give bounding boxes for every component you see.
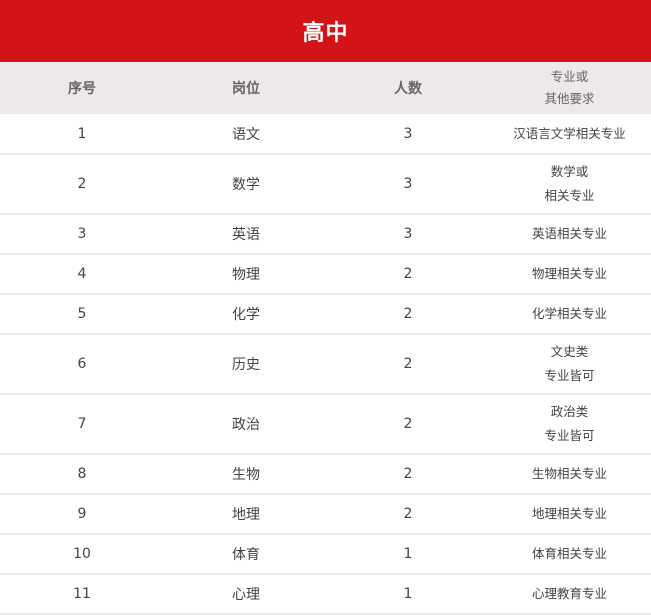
positions-table: 序号 岗位 人数 专业或 其他要求 1 语文 3 汉语言文学相关专业 2 数学 bbox=[0, 62, 651, 615]
table-row: 6 历史 2 文史类 专业皆可 bbox=[0, 334, 651, 395]
requirement-line: 专业皆可 bbox=[544, 428, 595, 443]
cell-position: 英语 bbox=[164, 214, 328, 255]
cell-position: 体育 bbox=[164, 534, 328, 575]
cell-requirement: 英语相关专业 bbox=[488, 214, 651, 255]
table-row: 2 数学 3 数学或 相关专业 bbox=[0, 154, 651, 215]
cell-index: 3 bbox=[0, 214, 164, 255]
page-title: 高中 bbox=[0, 0, 651, 62]
table-header: 序号 岗位 人数 专业或 其他要求 bbox=[0, 62, 651, 114]
recruitment-table-page: 高中 序号 岗位 人数 专业或 其他要求 1 语文 3 汉语言文学相关专业 2 … bbox=[0, 0, 651, 615]
cell-count: 2 bbox=[328, 254, 488, 295]
cell-position: 历史 bbox=[164, 334, 328, 395]
cell-requirement: 地理相关专业 bbox=[488, 494, 651, 535]
table-row: 9 地理 2 地理相关专业 bbox=[0, 494, 651, 535]
header-requirement: 专业或 其他要求 bbox=[488, 62, 651, 114]
cell-position: 语文 bbox=[164, 114, 328, 155]
header-position: 岗位 bbox=[232, 81, 260, 97]
table-row: 11 心理 1 心理教育专业 bbox=[0, 574, 651, 615]
header-row: 序号 岗位 人数 专业或 其他要求 bbox=[0, 62, 651, 114]
requirement-line: 英语相关专业 bbox=[531, 226, 607, 241]
cell-position: 地理 bbox=[164, 494, 328, 535]
cell-count: 3 bbox=[328, 114, 488, 155]
cell-count: 1 bbox=[328, 574, 488, 615]
cell-requirement: 心理教育专业 bbox=[488, 574, 651, 615]
table-body: 1 语文 3 汉语言文学相关专业 2 数学 3 数学或 相关专业 3 英语 3 bbox=[0, 114, 651, 615]
cell-index: 2 bbox=[0, 154, 164, 215]
cell-requirement: 汉语言文学相关专业 bbox=[488, 114, 651, 155]
requirement-line: 生物相关专业 bbox=[531, 466, 607, 481]
cell-index: 9 bbox=[0, 494, 164, 535]
cell-requirement: 体育相关专业 bbox=[488, 534, 651, 575]
table-row: 3 英语 3 英语相关专业 bbox=[0, 214, 651, 255]
cell-requirement: 化学相关专业 bbox=[488, 294, 651, 335]
header-requirement-line2: 其他要求 bbox=[544, 91, 595, 106]
cell-position: 数学 bbox=[164, 154, 328, 215]
requirement-line: 地理相关专业 bbox=[531, 506, 607, 521]
cell-count: 3 bbox=[328, 214, 488, 255]
cell-position: 政治 bbox=[164, 394, 328, 455]
cell-index: 11 bbox=[0, 574, 164, 615]
table-row: 5 化学 2 化学相关专业 bbox=[0, 294, 651, 335]
header-count: 人数 bbox=[394, 81, 422, 97]
cell-count: 2 bbox=[328, 494, 488, 535]
cell-index: 1 bbox=[0, 114, 164, 155]
table-row: 10 体育 1 体育相关专业 bbox=[0, 534, 651, 575]
cell-requirement: 文史类 专业皆可 bbox=[488, 334, 651, 395]
cell-count: 1 bbox=[328, 534, 488, 575]
cell-position: 心理 bbox=[164, 574, 328, 615]
requirement-line: 文史类 bbox=[550, 344, 589, 359]
cell-count: 2 bbox=[328, 294, 488, 335]
table-row: 4 物理 2 物理相关专业 bbox=[0, 254, 651, 295]
requirement-line: 专业皆可 bbox=[544, 368, 595, 383]
cell-index: 5 bbox=[0, 294, 164, 335]
requirement-line: 体育相关专业 bbox=[531, 546, 607, 561]
table-row: 7 政治 2 政治类 专业皆可 bbox=[0, 394, 651, 455]
cell-count: 3 bbox=[328, 154, 488, 215]
table-row: 8 生物 2 生物相关专业 bbox=[0, 454, 651, 495]
requirement-line: 汉语言文学相关专业 bbox=[513, 125, 626, 141]
table-row: 1 语文 3 汉语言文学相关专业 bbox=[0, 114, 651, 155]
header-index: 序号 bbox=[68, 81, 96, 97]
cell-position: 物理 bbox=[164, 254, 328, 295]
cell-requirement: 数学或 相关专业 bbox=[488, 154, 651, 215]
cell-index: 4 bbox=[0, 254, 164, 295]
requirement-line: 数学或 bbox=[550, 164, 589, 179]
header-requirement-line1: 专业或 bbox=[550, 69, 589, 84]
requirement-line: 相关专业 bbox=[544, 188, 595, 203]
requirement-line: 心理教育专业 bbox=[531, 586, 607, 601]
cell-count: 2 bbox=[328, 394, 488, 455]
cell-index: 6 bbox=[0, 334, 164, 395]
cell-position: 化学 bbox=[164, 294, 328, 335]
cell-count: 2 bbox=[328, 334, 488, 395]
cell-index: 8 bbox=[0, 454, 164, 495]
requirement-line: 政治类 bbox=[550, 404, 589, 419]
cell-index: 10 bbox=[0, 534, 164, 575]
cell-index: 7 bbox=[0, 394, 164, 455]
requirement-line: 化学相关专业 bbox=[531, 306, 607, 321]
cell-count: 2 bbox=[328, 454, 488, 495]
cell-requirement: 物理相关专业 bbox=[488, 254, 651, 295]
cell-requirement: 政治类 专业皆可 bbox=[488, 394, 651, 455]
requirement-line: 物理相关专业 bbox=[531, 266, 607, 281]
cell-position: 生物 bbox=[164, 454, 328, 495]
cell-requirement: 生物相关专业 bbox=[488, 454, 651, 495]
